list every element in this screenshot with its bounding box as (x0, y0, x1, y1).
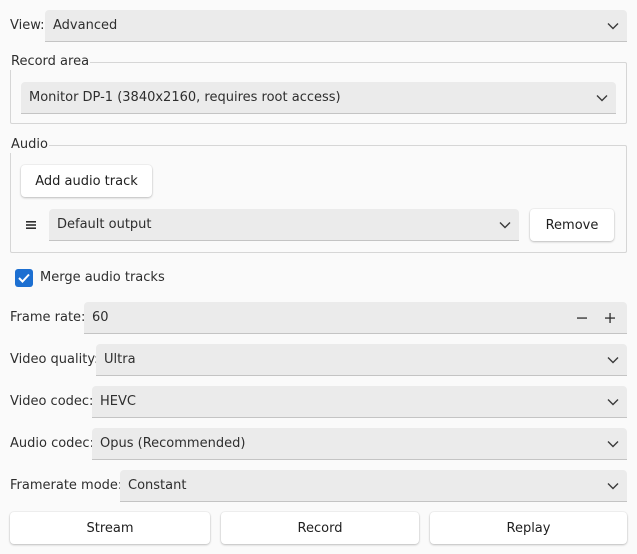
minus-icon (577, 316, 587, 319)
record-area-legend: Record area (10, 54, 91, 70)
video-quality-value: Ultra (104, 352, 136, 367)
chevron-down-icon (607, 480, 619, 492)
merge-audio-label[interactable]: Merge audio tracks (40, 270, 165, 286)
audio-track-select[interactable]: Default output (49, 209, 519, 241)
video-codec-label: Video codec: (10, 394, 94, 409)
chevron-down-icon (607, 354, 619, 366)
chevron-down-icon (596, 92, 608, 104)
video-codec-select[interactable]: HEVC (92, 386, 627, 418)
record-area-select-value: Monitor DP-1 (3840x2160, requires root a… (29, 90, 341, 105)
merge-audio-checkbox[interactable] (15, 269, 33, 287)
frame-rate-value[interactable]: 60 (92, 310, 573, 325)
decrement-button[interactable] (573, 309, 591, 327)
record-button[interactable]: Record (221, 512, 419, 544)
checkmark-icon (18, 273, 30, 283)
chevron-down-icon (607, 20, 619, 32)
frame-rate-label: Frame rate: (10, 310, 86, 325)
view-select[interactable]: Advanced (45, 10, 627, 42)
audio-codec-label: Audio codec: (10, 436, 94, 451)
audio-track-select-value: Default output (57, 217, 152, 232)
plus-icon (605, 312, 615, 323)
video-codec-value: HEVC (100, 394, 136, 409)
replay-button[interactable]: Replay (430, 512, 627, 544)
chevron-down-icon (607, 396, 619, 408)
drag-handle-icon[interactable] (25, 219, 37, 231)
video-quality-label: Video quality: (10, 352, 99, 367)
record-area-select[interactable]: Monitor DP-1 (3840x2160, requires root a… (21, 82, 616, 114)
audio-codec-value: Opus (Recommended) (100, 436, 246, 451)
stream-button[interactable]: Stream (10, 512, 210, 544)
remove-audio-track-button[interactable]: Remove (530, 209, 614, 241)
view-select-value: Advanced (53, 18, 118, 33)
framerate-mode-value: Constant (128, 478, 187, 493)
framerate-mode-select[interactable]: Constant (120, 470, 627, 502)
framerate-mode-label: Framerate mode: (10, 478, 123, 493)
view-label: View: (10, 18, 45, 33)
chevron-down-icon (607, 438, 619, 450)
add-audio-track-button[interactable]: Add audio track (21, 165, 152, 197)
audio-codec-select[interactable]: Opus (Recommended) (92, 428, 627, 460)
increment-button[interactable] (601, 309, 619, 327)
video-quality-select[interactable]: Ultra (96, 344, 627, 376)
audio-legend: Audio (10, 137, 49, 153)
frame-rate-spinbox[interactable]: 60 (84, 302, 627, 334)
chevron-down-icon (499, 219, 511, 231)
